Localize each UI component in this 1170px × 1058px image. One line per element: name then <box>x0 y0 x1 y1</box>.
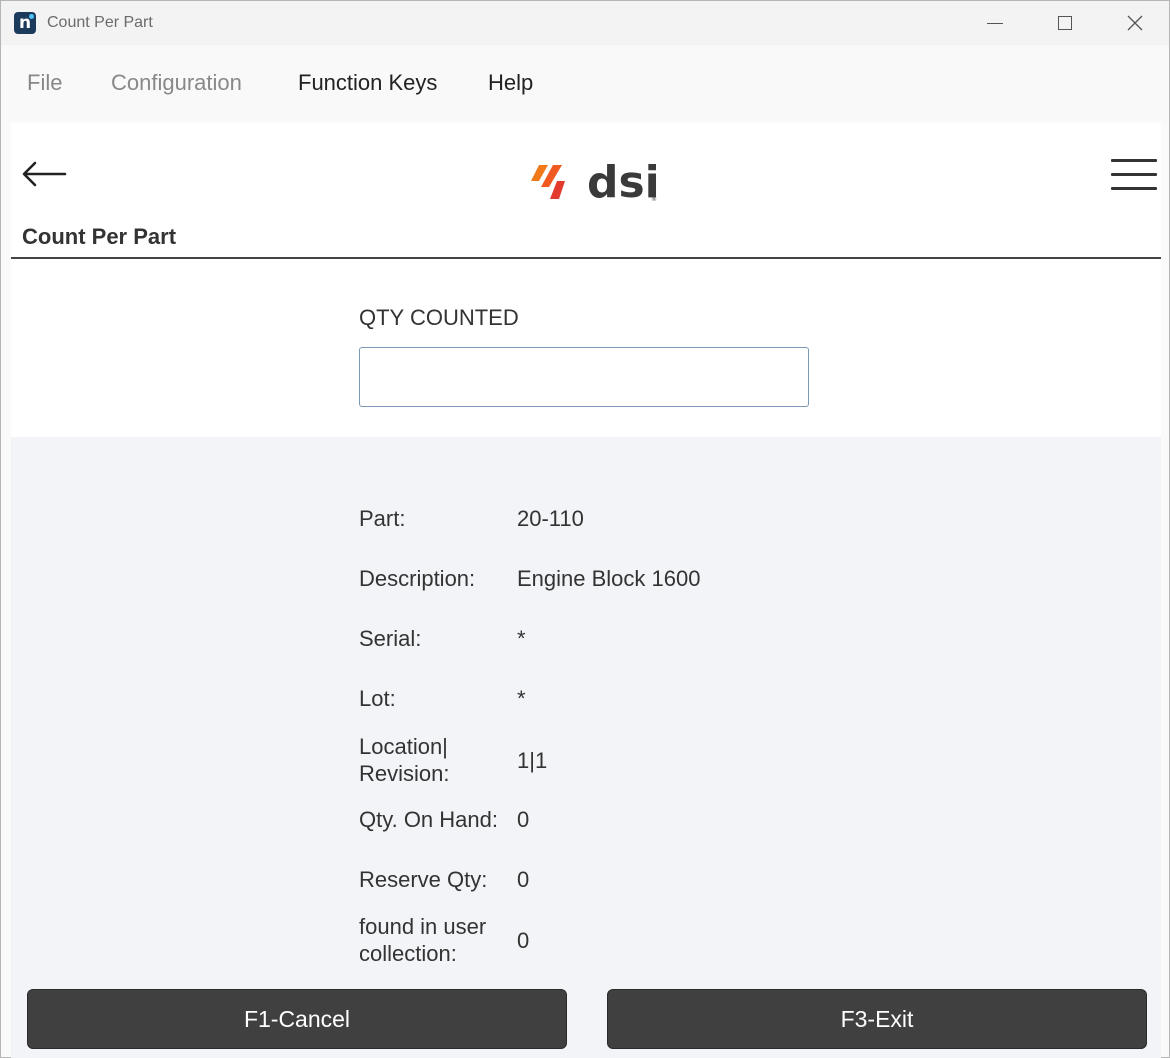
menu-configuration[interactable]: Configuration <box>111 70 242 96</box>
logo-registered-mark: ® <box>651 196 657 203</box>
menu-help[interactable]: Help <box>488 70 533 96</box>
f1-cancel-button[interactable]: F1-Cancel <box>27 989 567 1049</box>
app-content: dsi ® Count Per Part QTY COUNTED Part: 2… <box>11 123 1161 1058</box>
app-window: n Count Per Part File Configuration Func… <box>0 0 1170 1058</box>
hamburger-line <box>1111 159 1157 162</box>
detail-label: found in user collection: <box>359 914 487 966</box>
part-details-panel: Part: 20-110 Description: Engine Block 1… <box>11 437 1161 1058</box>
dsi-logo: dsi ® <box>531 159 660 207</box>
detail-value: 0 <box>517 928 530 953</box>
detail-value: 1|1 <box>517 748 548 773</box>
arrow-left-icon[interactable] <box>21 159 67 189</box>
menu-bar: File Configuration Function Keys Help <box>1 45 1169 121</box>
detail-label: Qty. On Hand: <box>359 807 498 832</box>
page-title: Count Per Part <box>22 224 177 249</box>
maximize-icon <box>1058 16 1072 30</box>
logo-text: dsi <box>587 159 660 207</box>
app-icon-dot <box>29 14 34 19</box>
title-bar: n Count Per Part <box>1 1 1169 45</box>
f3-exit-button[interactable]: F3-Exit <box>607 989 1147 1049</box>
hamburger-icon[interactable] <box>1111 157 1159 193</box>
detail-value: Engine Block 1600 <box>517 566 701 591</box>
detail-label: Serial: <box>359 626 422 651</box>
menu-file[interactable]: File <box>27 70 62 96</box>
close-icon <box>1127 15 1143 31</box>
detail-value: * <box>517 686 526 711</box>
detail-label: Location| Revision: <box>359 734 450 786</box>
window-title: Count Per Part <box>47 14 153 31</box>
detail-label: Reserve Qty: <box>359 867 488 892</box>
detail-value: * <box>517 626 526 651</box>
app-logo-icon: n <box>14 12 36 34</box>
qty-counted-label: QTY COUNTED <box>359 305 519 330</box>
close-button[interactable] <box>1105 1 1165 45</box>
detail-label: Description: <box>359 566 476 591</box>
detail-value: 0 <box>517 867 530 892</box>
qty-counted-input[interactable] <box>359 347 809 407</box>
title-divider <box>11 257 1161 259</box>
detail-value: 20-110 <box>517 506 584 531</box>
hamburger-line <box>1111 173 1157 176</box>
menu-function-keys[interactable]: Function Keys <box>298 70 437 96</box>
detail-label: Lot: <box>359 686 396 711</box>
minimize-button[interactable] <box>965 1 1025 45</box>
maximize-button[interactable] <box>1035 1 1095 45</box>
minimize-icon <box>987 22 1003 24</box>
detail-label: Part: <box>359 506 406 531</box>
detail-value: 0 <box>517 807 530 832</box>
hamburger-line <box>1111 187 1157 190</box>
